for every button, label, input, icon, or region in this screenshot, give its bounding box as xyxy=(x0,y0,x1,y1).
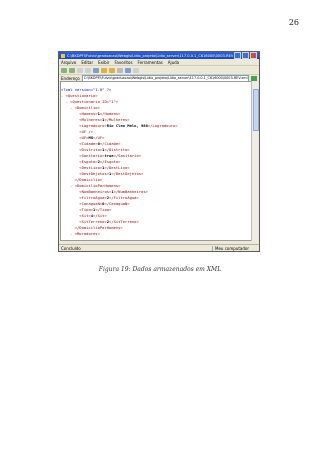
ie-icon xyxy=(61,53,65,58)
xml-open-tag: <?xml version="1.0" ?> xyxy=(61,87,112,92)
xml-open-tag: <Questionario ID="1"> xyxy=(70,99,119,104)
xml-open-tag: <Moradores> xyxy=(74,231,100,236)
xml-indent xyxy=(61,147,79,152)
page-number: 26 xyxy=(288,18,299,27)
xml-indent xyxy=(61,213,79,218)
maximize-button[interactable] xyxy=(242,52,249,59)
history-icon[interactable] xyxy=(117,67,123,73)
xml-open-tag: <DestDejetos> xyxy=(79,171,110,176)
status-zone: Meu computador xyxy=(212,245,257,251)
xml-close-tag: </Esgoto> xyxy=(99,159,121,164)
xml-open-tag: <DestLixo> xyxy=(79,165,103,170)
xml-close-tag: </Cidade> xyxy=(99,141,121,146)
menu-ferramentas[interactable]: Ferramentas xyxy=(138,60,163,65)
close-button[interactable] xyxy=(250,52,257,59)
xml-close-tag: </Tipo> xyxy=(95,207,112,212)
xml-open-tag: </DomicilioParHomens> xyxy=(74,225,123,230)
figure-caption: Figura 19: Dados armazenados em XML xyxy=(98,266,222,273)
xml-close-tag: </DestDejetos> xyxy=(111,171,144,176)
menu-editar[interactable]: Editar xyxy=(81,60,93,65)
xml-open-tag: <Tipo> xyxy=(79,207,94,212)
xml-indent xyxy=(61,135,79,140)
xml-indent xyxy=(61,219,79,224)
back-icon[interactable] xyxy=(61,67,67,73)
xml-indent xyxy=(61,207,79,212)
xml-open-tag: <UF /> xyxy=(79,129,94,134)
xml-indent xyxy=(61,165,79,170)
xml-indent xyxy=(61,105,70,110)
browser-window: C:\BKDPFI\Fulvio\graduacao\Webgis\Lidio_… xyxy=(58,51,260,252)
xml-close-tag: </UF> xyxy=(93,135,105,140)
xml-open-tag: <Sit> xyxy=(79,213,91,218)
status-text: Concluído xyxy=(61,245,81,251)
xml-content: <?xml version="1.0" ?> - <Questionario> -… xyxy=(60,81,253,241)
xml-open-tag: <Sanitario> xyxy=(79,153,105,158)
xml-indent xyxy=(61,159,79,164)
vertical-scrollbar[interactable] xyxy=(251,81,259,241)
search-icon[interactable] xyxy=(101,67,107,73)
xml-open-tag: <Cidade> xyxy=(79,141,98,146)
xml-indent xyxy=(61,231,70,236)
xml-close-tag: </Sanitario> xyxy=(113,153,142,158)
xml-open-tag: <Homens> xyxy=(79,111,98,116)
window-title: C:\BKDPFI\Fulvio\graduacao\Webgis\Lidio_… xyxy=(67,53,233,58)
xml-indent xyxy=(61,153,79,158)
xml-close-tag: </FiltroAgua> xyxy=(109,195,139,200)
xml-open-tag: <Mulheres> xyxy=(79,117,103,122)
xml-line: - <Moradores> xyxy=(61,231,252,237)
toolbar xyxy=(59,65,259,75)
xml-open-tag: <Logradouro> xyxy=(79,123,107,128)
xml-close-tag: </SitTerreno> xyxy=(109,219,139,224)
xml-close-tag: </NumBanheiros> xyxy=(113,189,148,194)
xml-indent xyxy=(61,117,79,122)
scrollbar-thumb[interactable] xyxy=(253,89,259,131)
xml-indent xyxy=(61,111,79,116)
xml-indent xyxy=(61,183,70,188)
xml-open-tag: <CanaguaN> xyxy=(79,201,103,206)
xml-indent xyxy=(61,225,75,230)
xml-open-tag: <DomicilioParHomens> xyxy=(74,183,121,188)
xml-indent xyxy=(61,177,75,182)
status-bar: Concluído Meu computador xyxy=(59,244,259,251)
xml-indent xyxy=(61,189,79,194)
home-icon[interactable] xyxy=(93,67,99,73)
xml-value: Rio Cleo Melo, 980 xyxy=(106,123,148,128)
xml-open-tag: </Domicilio> xyxy=(74,177,103,182)
xml-close-tag: </DestLixo> xyxy=(104,165,130,170)
menu-favoritos[interactable]: Favoritos xyxy=(114,60,132,65)
xml-open-tag: <Distrito> xyxy=(79,147,103,152)
minimize-button[interactable] xyxy=(234,52,241,59)
xml-indent xyxy=(61,171,79,176)
stop-icon[interactable] xyxy=(77,67,83,73)
xml-open-tag: <SitTerreno> xyxy=(79,219,107,224)
mail-icon[interactable] xyxy=(125,67,131,73)
print-icon[interactable] xyxy=(133,67,139,73)
xml-indent xyxy=(61,195,79,200)
xml-open-tag: <Domicilio> xyxy=(74,105,100,110)
xml-indent xyxy=(61,141,79,146)
xml-open-tag: <NumBanheiros> xyxy=(79,189,112,194)
menu-ajuda[interactable]: Ajuda xyxy=(168,60,179,65)
xml-close-tag: </CanaguaN> xyxy=(104,201,130,206)
refresh-icon[interactable] xyxy=(85,67,91,73)
xml-open-tag: <Esgoto> xyxy=(79,159,98,164)
xml-value: true xyxy=(104,153,114,158)
xml-indent xyxy=(61,129,79,134)
xml-close-tag: </Sit> xyxy=(93,213,107,218)
xml-open-tag: <Questionario> xyxy=(65,93,98,98)
title-bar: C:\BKDPFI\Fulvio\graduacao\Webgis\Lidio_… xyxy=(59,52,259,59)
xml-close-tag: </Homens> xyxy=(99,111,121,116)
xml-close-tag: </Mulheres> xyxy=(104,117,130,122)
xml-close-tag: </Logradouro> xyxy=(147,123,178,128)
menu-arquivo[interactable]: Arquivo xyxy=(61,60,76,65)
favorites-icon[interactable] xyxy=(109,67,115,73)
xml-open-tag: <FiltroAgua> xyxy=(79,195,107,200)
xml-indent xyxy=(61,201,79,206)
menu-exibir[interactable]: Exibir xyxy=(98,60,109,65)
forward-icon[interactable] xyxy=(69,67,75,73)
xml-indent xyxy=(61,123,79,128)
xml-close-tag: </Distrito> xyxy=(104,147,130,152)
